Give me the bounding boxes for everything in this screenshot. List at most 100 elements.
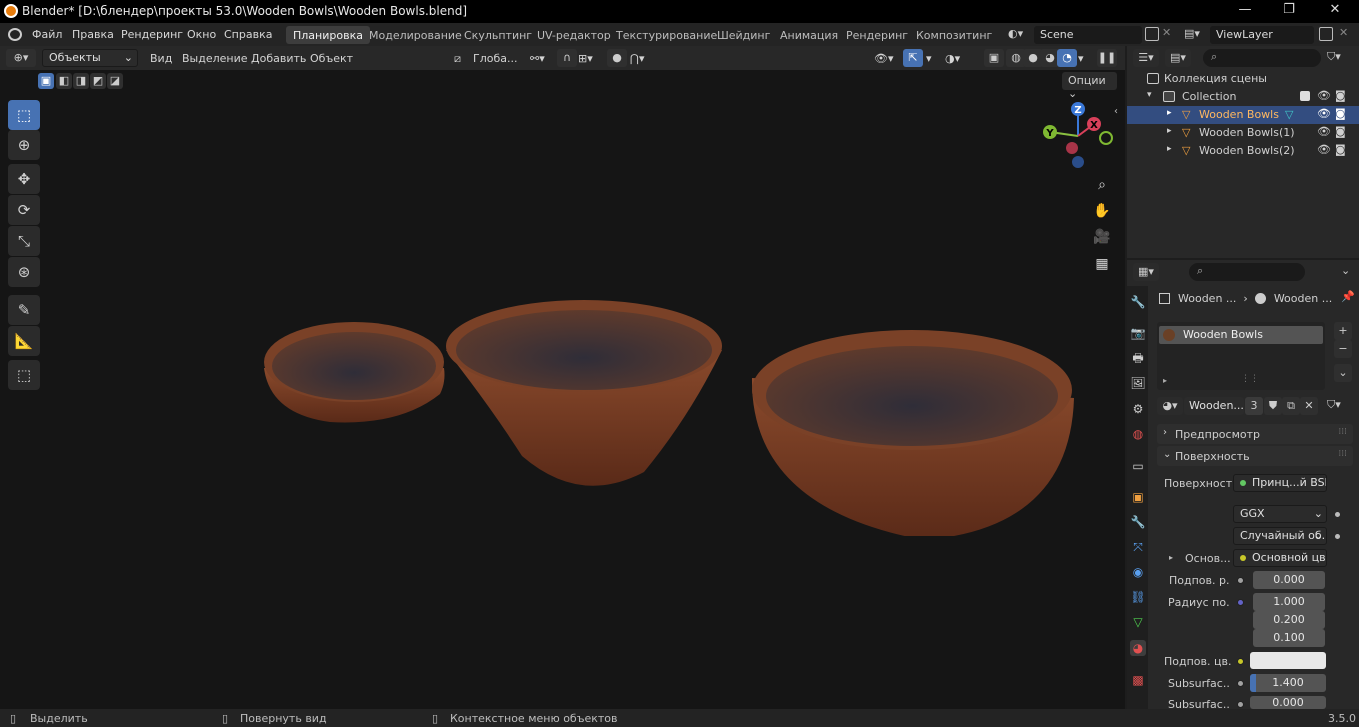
keyframe-dot-icon[interactable] [1335,512,1340,517]
menu-window[interactable]: Окно [187,28,216,41]
render-tab-icon[interactable]: 📷 [1130,325,1146,341]
rotate-tool[interactable]: ⟳ [8,195,40,225]
object-mode-dropdown[interactable]: Объекты ⌄ [42,49,138,67]
output-tab-icon[interactable]: 🖶 [1130,350,1146,366]
float-socket-icon[interactable] [1237,680,1244,687]
delete-viewlayer-icon[interactable]: ✕ [1339,26,1348,39]
surface-section-header[interactable]: ⌄ Поверхность ⁞⁞⁞ [1157,446,1353,466]
eye-icon[interactable]: 👁 [1317,143,1331,156]
tab-sculpting[interactable]: Скульптинг [457,26,539,44]
subsurface-anisotropy-input[interactable]: 0.000 [1250,696,1326,709]
menu-select[interactable]: Выделение [182,49,248,67]
expand-arrow-icon[interactable]: ▸ [1167,126,1172,136]
collection-tab-icon[interactable]: ▭ [1130,458,1146,474]
properties-editor-icon[interactable]: ▦▾ [1133,263,1159,281]
new-scene-icon[interactable] [1145,27,1159,41]
texture-tab-icon[interactable]: ▩ [1130,672,1146,688]
base-color-field[interactable]: Основной цвет [1233,549,1327,567]
material-tab-icon[interactable]: ◕ [1130,640,1146,656]
subsurface-color-swatch[interactable] [1250,652,1326,669]
subsurface-ior-input[interactable]: 1.400 [1250,674,1326,692]
distribution-dropdown[interactable]: GGX ⌄ [1233,505,1327,523]
tab-rendering[interactable]: Рендеринг [839,26,915,44]
transform-orientation-dropdown[interactable]: Глоба... [473,49,517,67]
material-slot-row[interactable]: Wooden Bowls [1159,326,1323,344]
user-count[interactable]: 3 [1245,397,1263,415]
editor-type-icon[interactable]: ⊕▾ [6,49,36,67]
scene-icon[interactable]: ◐▾ [1008,27,1032,43]
delete-scene-icon[interactable]: ✕ [1162,26,1171,39]
tab-modeling[interactable]: Моделирование [362,26,469,44]
material-slot-list[interactable]: Wooden Bowls ▸ ⋮⋮ [1157,322,1325,390]
view-layer-tab-icon[interactable]: 🖼 [1130,375,1146,391]
expand-arrow-icon[interactable]: ▸ [1169,553,1173,562]
bowl-large[interactable] [751,330,1074,536]
options-dropdown[interactable]: Опции ⌄ [1062,72,1117,100]
expand-arrow-icon[interactable]: ▸ [1167,144,1172,154]
keyframe-dot-icon[interactable] [1335,534,1340,539]
menu-render[interactable]: Рендеринг [121,28,183,41]
tab-uv-editing[interactable]: UV-редактор [530,26,618,44]
eye-icon[interactable]: 👁 [1317,125,1331,138]
pan-hand-icon[interactable]: ✋ [1092,201,1112,221]
grid-perspective-icon[interactable]: ▦ [1092,254,1112,274]
outliner-editor-icon[interactable]: ☰▾ [1133,49,1159,67]
proportional-edit-icon[interactable]: ● [607,49,627,67]
camera-render-icon[interactable]: ◙ [1335,125,1346,138]
camera-render-icon[interactable]: ◙ [1335,107,1346,120]
blender-menu-icon[interactable] [8,28,22,41]
slot-specials-button[interactable]: ⌄ [1334,364,1352,382]
object-tab-icon[interactable]: ▣ [1130,489,1146,505]
float-socket-icon[interactable] [1237,577,1244,584]
snap-target-icon[interactable]: ⊞▾ [578,49,593,67]
pin-icon[interactable]: 📌 [1341,290,1355,303]
menu-help[interactable]: Справка [224,28,272,41]
falloff-icon[interactable]: ⋂▾ [630,49,645,67]
unlink-material-icon[interactable]: ✕ [1300,397,1318,415]
scale-tool[interactable]: ⤡ [8,226,40,256]
menu-object[interactable]: Объект [310,49,353,67]
scene-name-field[interactable]: Scene [1034,26,1142,44]
transform-orientation-icon[interactable]: ⧄ [454,49,461,67]
menu-edit[interactable]: Правка [72,28,114,41]
expand-arrow-icon[interactable]: ▾ [1147,90,1152,100]
close-button[interactable]: ✕ [1325,2,1345,20]
scene-collection-row[interactable]: Коллекция сцены [1127,70,1359,88]
camera-icon[interactable]: 🎥 [1092,227,1112,247]
eye-icon[interactable]: 👁 [1317,89,1331,102]
color-socket-icon[interactable] [1237,658,1244,665]
viewlayer-name-field[interactable]: ViewLayer [1210,26,1314,44]
drag-grip-icon[interactable]: ⁞⁞⁞ [1338,427,1347,437]
transform-tool[interactable]: ⊛ [8,257,40,287]
eye-icon[interactable]: 👁 [1317,107,1331,120]
modifier-tab-icon[interactable]: 🔧 [1130,514,1146,530]
xray-icon[interactable]: ▣ [984,49,1004,67]
tab-compositing[interactable]: Композитинг [909,26,999,44]
annotate-tool[interactable]: ✎ [8,295,40,325]
viewlayer-icon[interactable]: ▤▾ [1184,27,1208,43]
measure-tool[interactable]: 📐 [8,326,40,356]
add-slot-button[interactable]: + [1334,322,1352,340]
display-mode-icon[interactable]: ▤▾ [1165,49,1191,67]
checkbox-icon[interactable] [1300,91,1310,101]
surface-shader-field[interactable]: Принц...й BSDF [1233,474,1327,492]
expand-arrow-icon[interactable]: ▸ [1163,376,1167,385]
fake-user-icon[interactable]: ⛊ [1264,397,1282,415]
select-new-icon[interactable]: ▣ [38,73,54,89]
vector-socket-icon[interactable] [1237,599,1244,606]
subsurface-weight-input[interactable]: 0.000 [1253,571,1325,589]
bowl-small[interactable] [264,322,445,423]
constraints-tab-icon[interactable]: ⛓ [1130,589,1146,605]
float-socket-icon[interactable] [1237,701,1244,708]
particles-tab-icon[interactable]: ⤧ [1130,539,1146,555]
resize-handle-icon[interactable]: ⋮⋮ [1241,374,1259,384]
data-tab-icon[interactable]: ▽ [1130,614,1146,630]
pause-render-icon[interactable]: ❚❚ [1097,49,1117,67]
collection-row[interactable]: ▾ Collection 👁 ◙ [1127,88,1359,106]
filter-icon[interactable]: ⛉▾ [1327,50,1341,64]
tab-layout[interactable]: Планировка [286,26,370,44]
camera-render-icon[interactable]: ◙ [1335,89,1346,102]
move-tool[interactable]: ✥ [8,164,40,194]
gizmo-toggle-icon[interactable]: ⇱ [903,49,923,67]
radius-z-input[interactable]: 0.100 [1253,629,1325,647]
